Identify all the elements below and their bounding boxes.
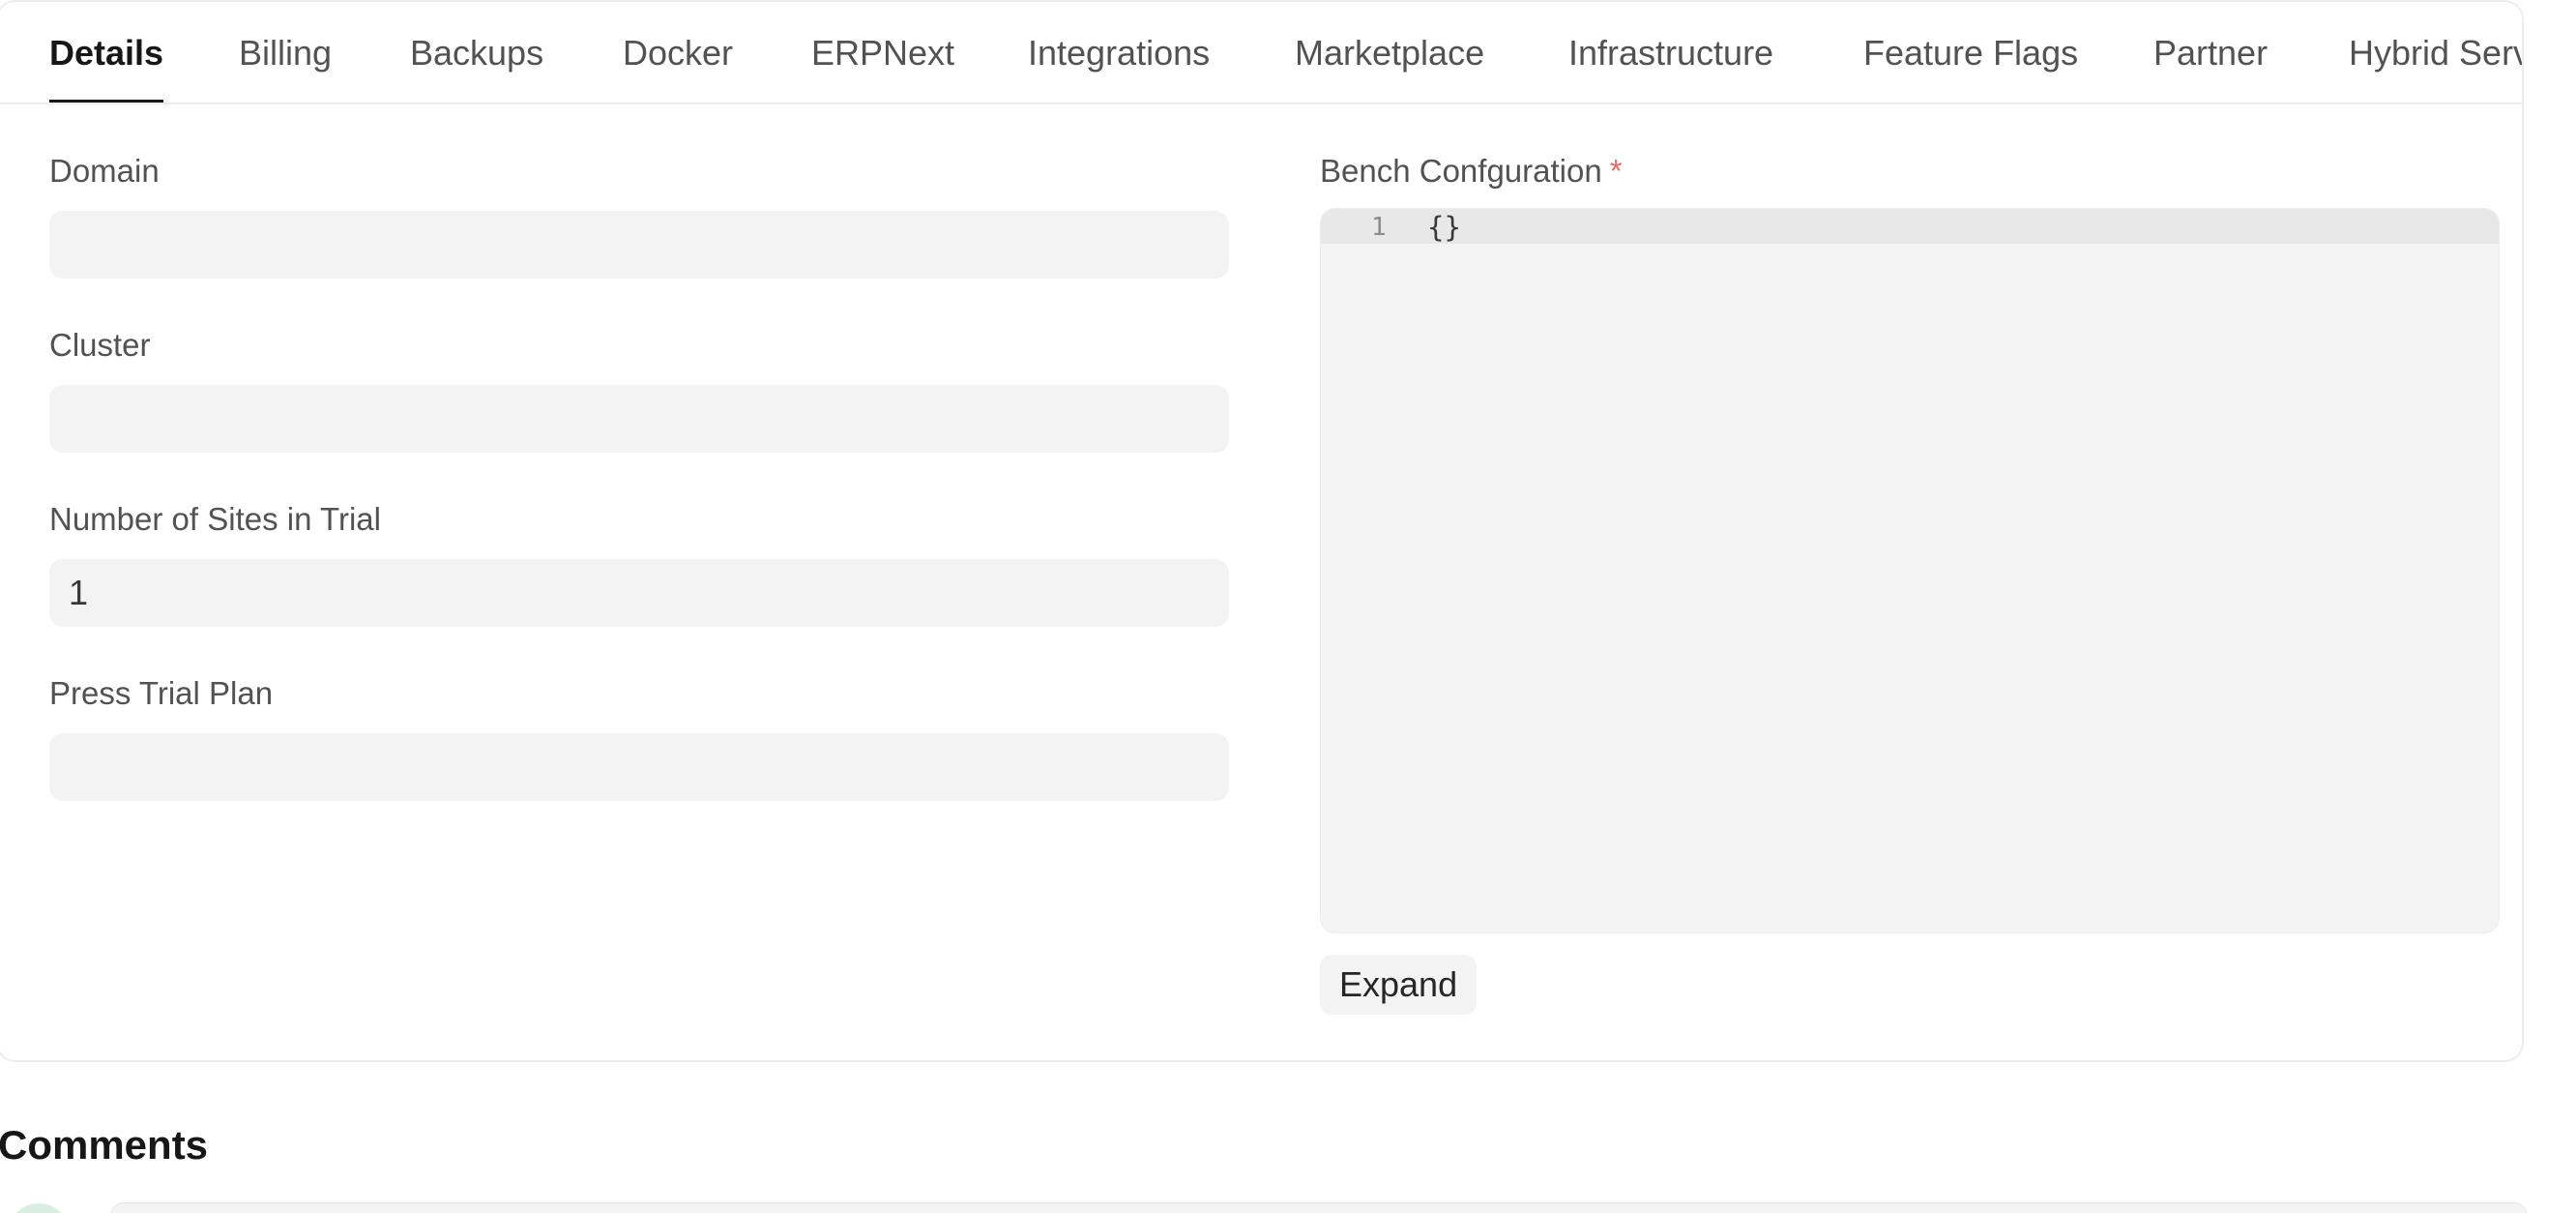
- avatar: [8, 1203, 70, 1213]
- tab-integrations[interactable]: Integrations: [1028, 2, 1210, 103]
- domain-label: Domain: [49, 153, 160, 189]
- domain-input[interactable]: [49, 211, 1229, 279]
- comments-title: Comments: [0, 1122, 209, 1168]
- tab-bar: Details Billing Backups Docker ERPNext I…: [0, 2, 2522, 104]
- trial-sites-label: Number of Sites in Trial: [49, 501, 381, 537]
- code-active-line: [1321, 209, 2499, 244]
- trial-sites-input[interactable]: [49, 559, 1229, 627]
- tab-docker[interactable]: Docker: [623, 2, 733, 103]
- expand-button[interactable]: Expand: [1320, 955, 1478, 1015]
- trial-plan-input[interactable]: [49, 733, 1229, 801]
- tab-details[interactable]: Details: [49, 2, 164, 103]
- cluster-label: Cluster: [49, 327, 151, 363]
- tab-billing[interactable]: Billing: [239, 2, 332, 103]
- tab-marketplace[interactable]: Marketplace: [1295, 2, 1484, 103]
- bench-config-editor[interactable]: 1 {}: [1320, 208, 2500, 933]
- tab-feature-flags[interactable]: Feature Flags: [1863, 2, 2078, 103]
- tab-infrastructure[interactable]: Infrastructure: [1568, 2, 1773, 103]
- tab-partner[interactable]: Partner: [2153, 2, 2268, 103]
- line-number: 1: [1371, 213, 1387, 242]
- cluster-input[interactable]: [49, 385, 1229, 453]
- tab-erpnext[interactable]: ERPNext: [811, 2, 954, 103]
- comment-input[interactable]: [110, 1202, 2528, 1213]
- bench-config-label: Bench Confguration *: [1320, 153, 1623, 190]
- bench-config-label-text: Bench Confguration: [1320, 153, 1602, 189]
- tab-backups[interactable]: Backups: [410, 2, 543, 103]
- form-card: Details Billing Backups Docker ERPNext I…: [0, 0, 2524, 1062]
- tab-hybrid-server[interactable]: Hybrid Server: [2349, 2, 2522, 103]
- trial-plan-label: Press Trial Plan: [49, 675, 274, 711]
- code-text[interactable]: {}: [1427, 211, 1461, 244]
- page: Details Billing Backups Docker ERPNext I…: [0, 0, 2576, 1213]
- required-mark: *: [1609, 153, 1623, 189]
